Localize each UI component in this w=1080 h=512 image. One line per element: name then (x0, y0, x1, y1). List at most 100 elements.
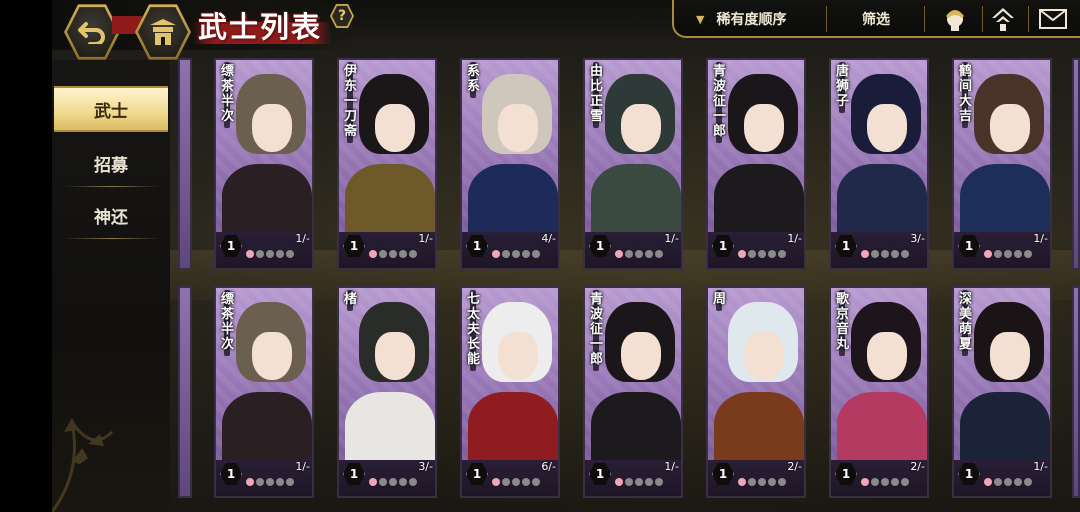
samurai-card[interactable]: 青波征一郎 1/- 1 (583, 286, 683, 498)
card-count: 1/- (295, 460, 310, 473)
petal-icon (625, 478, 633, 486)
home-up-icon (992, 8, 1014, 31)
help-icon: ? (332, 5, 352, 27)
petal-icon (871, 478, 879, 486)
petal-icon (532, 478, 540, 486)
card-count: 4/- (541, 232, 556, 245)
card-partial[interactable] (178, 58, 192, 270)
samurai-card[interactable]: 伊东一刀斋 1/- 1 (337, 58, 437, 270)
character-clothing (468, 164, 558, 232)
samurai-card[interactable]: 楮 3/- 1 (337, 286, 437, 498)
card-count: 2/- (787, 460, 802, 473)
card-name: 深美萌夏 (959, 292, 973, 352)
character-clothing (222, 164, 312, 232)
petal-icon (522, 250, 530, 258)
mail-button[interactable] (1036, 6, 1070, 32)
samurai-card[interactable]: 唐狮子 3/- 1 (829, 58, 929, 270)
character-face (867, 332, 907, 380)
rarity-petals (615, 478, 663, 486)
rarity-petals (738, 478, 786, 486)
petal-icon (891, 250, 899, 258)
rarity-petals (861, 478, 909, 486)
petal-icon (492, 250, 500, 258)
character-clothing (345, 392, 435, 460)
rarity-petals (369, 250, 417, 258)
card-name: 周 (713, 292, 727, 307)
card-name: 伊东一刀斋 (344, 64, 358, 139)
rarity-petals (861, 250, 909, 258)
card-name: 由比正雪 (590, 64, 604, 124)
card-name: 歌京音丸 (836, 292, 850, 352)
card-partial[interactable] (178, 286, 192, 498)
petal-icon (625, 250, 633, 258)
petal-icon (266, 478, 274, 486)
card-partial[interactable] (1072, 286, 1080, 498)
card-count: 3/- (418, 460, 433, 473)
page-title: 武士列表 (198, 10, 323, 44)
character-button[interactable] (938, 6, 972, 32)
filter-button[interactable]: 筛选 (846, 6, 906, 32)
petal-icon (901, 478, 909, 486)
petal-icon (645, 478, 653, 486)
petal-icon (871, 250, 879, 258)
samurai-card[interactable]: 鹤间大吉 1/- 1 (952, 58, 1052, 270)
sidebar-item-samurai[interactable]: 武士 (54, 86, 168, 132)
divider (64, 238, 160, 239)
petal-icon (901, 250, 909, 258)
petal-icon (738, 478, 746, 486)
petal-icon (994, 250, 1002, 258)
divider (826, 6, 827, 32)
samurai-card[interactable]: 由比正雪 1/- 1 (583, 58, 683, 270)
character-face (621, 332, 661, 380)
petal-icon (409, 250, 417, 258)
card-count: 1/- (787, 232, 802, 245)
petal-icon (389, 250, 397, 258)
home-up-button[interactable] (986, 6, 1020, 32)
sidebar-item-recruit[interactable]: 招募 (54, 140, 168, 186)
character-clothing (714, 164, 804, 232)
card-partial[interactable] (1072, 58, 1080, 270)
samurai-card[interactable]: 青波征一郎 1/- 1 (706, 58, 806, 270)
divider (924, 6, 925, 32)
petal-icon (768, 250, 776, 258)
character-face (498, 104, 538, 152)
petal-icon (256, 478, 264, 486)
samurai-card[interactable]: 深美萌夏 1/- 1 (952, 286, 1052, 498)
petal-icon (1024, 478, 1032, 486)
petal-icon (379, 478, 387, 486)
petal-icon (635, 250, 643, 258)
sidebar-item-return[interactable]: 神还 (54, 192, 168, 238)
samurai-card[interactable]: 歌京音丸 2/- 1 (829, 286, 929, 498)
petal-icon (286, 250, 294, 258)
petal-icon (256, 250, 264, 258)
rarity-petals (984, 478, 1032, 486)
petal-icon (502, 478, 510, 486)
samurai-card[interactable]: 缥茶半次 1/- 1 (214, 58, 314, 270)
samurai-card[interactable]: 系系 4/- 1 (460, 58, 560, 270)
branch-decoration (52, 418, 114, 512)
samurai-card[interactable]: 缥茶半次 1/- 1 (214, 286, 314, 498)
petal-icon (778, 250, 786, 258)
card-name: 楮 (344, 292, 358, 307)
divider (982, 6, 983, 32)
petal-icon (738, 250, 746, 258)
samurai-card[interactable]: 周 2/- 1 (706, 286, 806, 498)
mail-icon (1039, 9, 1067, 29)
card-count: 6/- (541, 460, 556, 473)
petal-icon (655, 478, 663, 486)
sort-label: 稀有度顺序 (716, 12, 787, 28)
petal-icon (492, 478, 500, 486)
character-clothing (714, 392, 804, 460)
character-portrait (708, 288, 804, 460)
card-name: 缥茶半次 (221, 292, 235, 352)
card-name: 缥茶半次 (221, 64, 235, 124)
game-screen: 武士列表 ? ▼ 稀有度顺序 筛选 武士 招募 神还 缥茶半次 1/- 1 伊东… (0, 0, 1080, 512)
character-face (498, 332, 538, 380)
card-name: 唐狮子 (836, 64, 850, 109)
back-arrow-icon (67, 7, 117, 57)
samurai-card[interactable]: 七太夫长能 6/- 1 (460, 286, 560, 498)
sort-dropdown[interactable]: ▼ 稀有度顺序 (690, 6, 822, 32)
petal-icon (655, 250, 663, 258)
rarity-petals (492, 250, 540, 258)
petal-icon (522, 478, 530, 486)
